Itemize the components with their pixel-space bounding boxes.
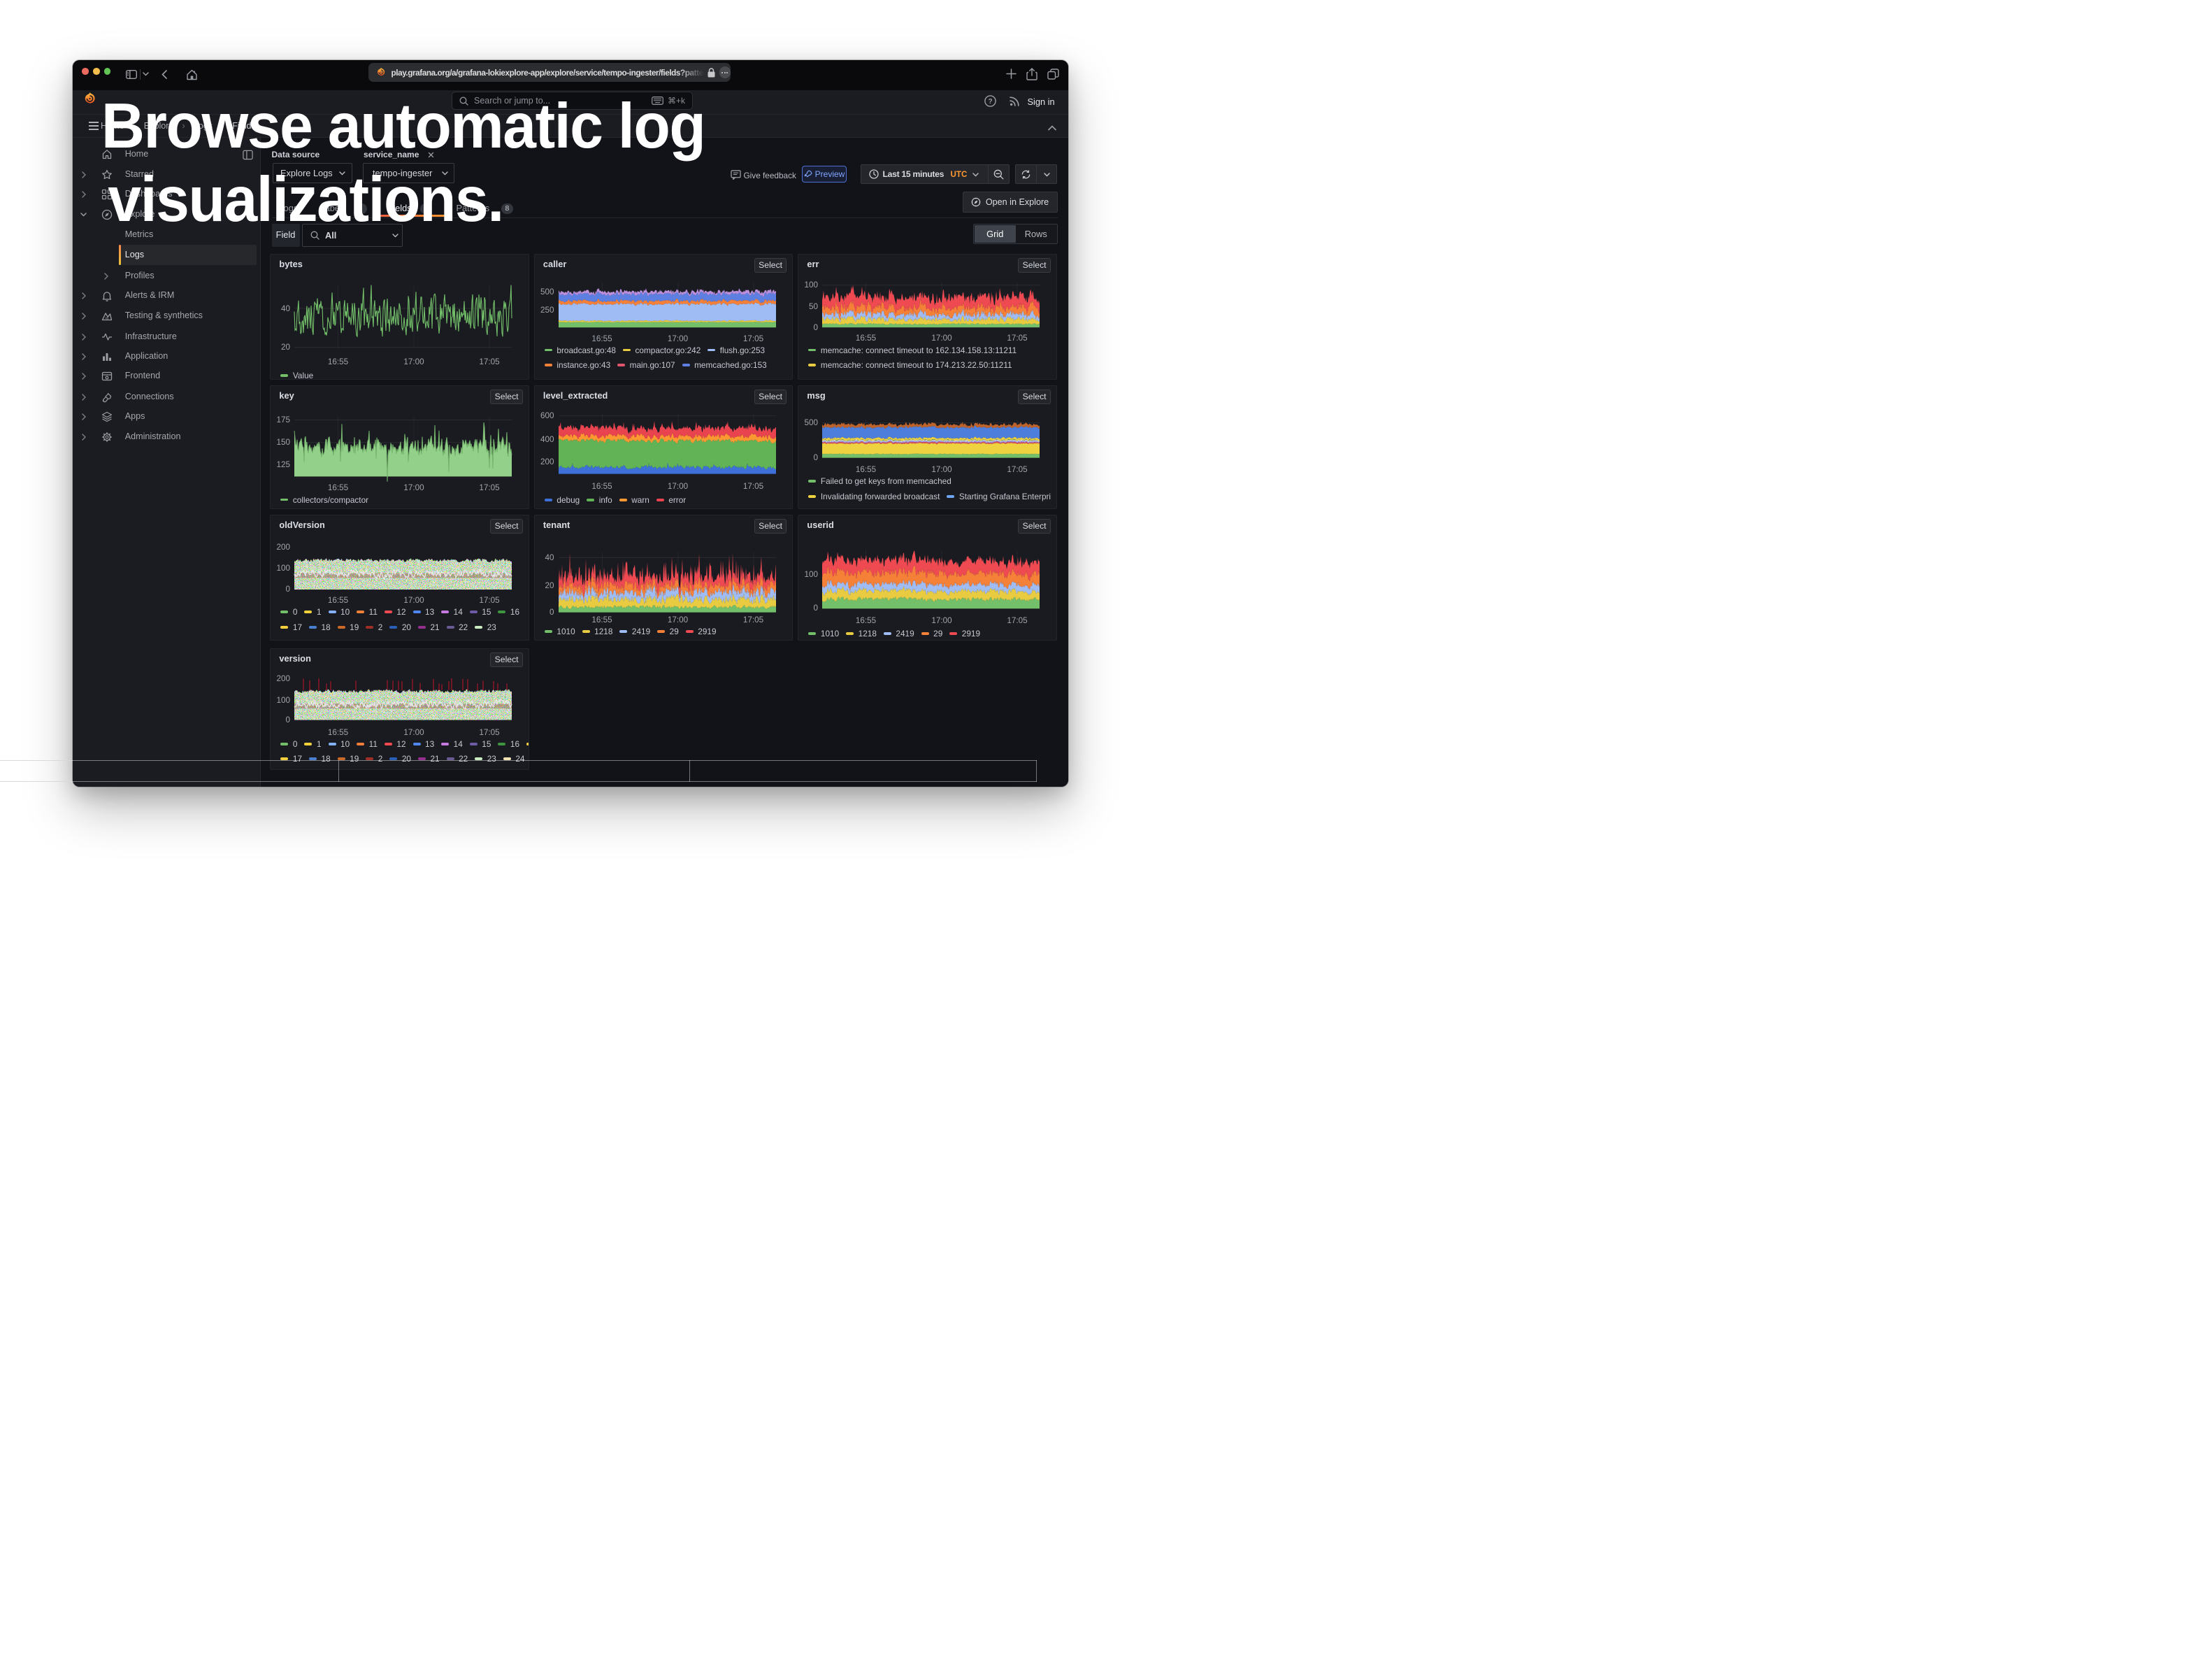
svg-text:?: ? [988,98,992,106]
svg-text:k6: k6 [106,317,109,320]
